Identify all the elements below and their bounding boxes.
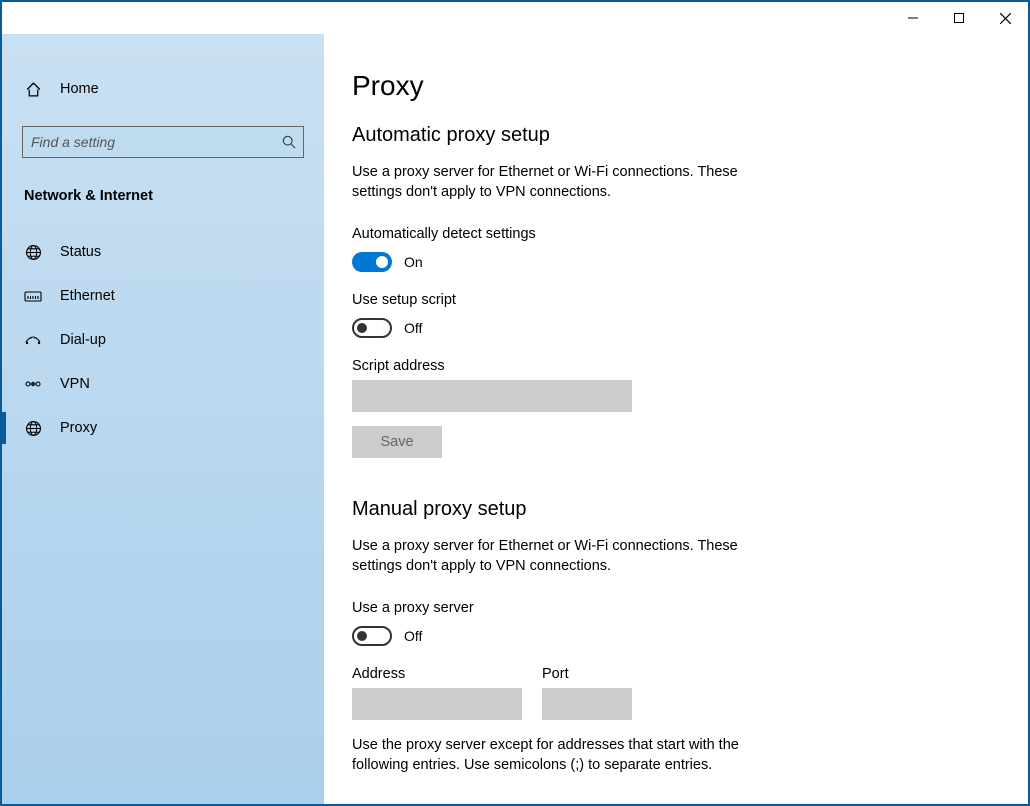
use-script-toggle[interactable] xyxy=(352,318,392,338)
use-proxy-state: Off xyxy=(404,628,422,644)
dialup-icon xyxy=(24,331,42,349)
save-button[interactable]: Save xyxy=(352,426,442,458)
globe-icon xyxy=(24,419,42,437)
auto-detect-toggle[interactable] xyxy=(352,252,392,272)
sidebar-item-vpn[interactable]: VPN xyxy=(22,362,304,406)
sidebar-item-proxy[interactable]: Proxy xyxy=(22,406,304,450)
sidebar-section-title: Network & Internet xyxy=(22,186,304,206)
script-address-input[interactable] xyxy=(352,380,632,412)
home-icon xyxy=(24,80,42,98)
auto-proxy-heading: Automatic proxy setup xyxy=(352,124,1000,147)
auto-detect-label: Automatically detect settings xyxy=(352,226,1000,242)
sidebar-item-status[interactable]: Status xyxy=(22,230,304,274)
search-field[interactable] xyxy=(22,126,304,158)
sidebar: Settings Home Network & Internet xyxy=(2,34,324,804)
auto-detect-state: On xyxy=(404,254,423,270)
address-input[interactable] xyxy=(352,688,522,720)
globe-icon xyxy=(24,243,42,261)
use-script-label: Use setup script xyxy=(352,292,1000,308)
use-script-state: Off xyxy=(404,320,422,336)
maximize-button[interactable] xyxy=(936,2,982,34)
maximize-icon xyxy=(954,13,964,23)
port-label: Port xyxy=(542,666,632,682)
exceptions-text: Use the proxy server except for addresse… xyxy=(352,736,772,775)
minimize-icon xyxy=(908,13,918,23)
sidebar-item-label: Proxy xyxy=(60,420,97,436)
sidebar-item-label: VPN xyxy=(60,376,90,392)
manual-proxy-heading: Manual proxy setup xyxy=(352,498,1000,521)
settings-window: Settings Home Network & Internet xyxy=(0,0,1030,806)
close-icon xyxy=(1000,13,1011,24)
window-controls xyxy=(890,2,1028,34)
auto-proxy-description: Use a proxy server for Ethernet or Wi-Fi… xyxy=(352,163,772,202)
sidebar-item-dialup[interactable]: Dial-up xyxy=(22,318,304,362)
address-label: Address xyxy=(352,666,522,682)
main-content: Proxy Automatic proxy setup Use a proxy … xyxy=(324,34,1028,804)
sidebar-item-label: Ethernet xyxy=(60,288,115,304)
close-button[interactable] xyxy=(982,2,1028,34)
vpn-icon xyxy=(24,375,42,393)
use-proxy-toggle[interactable] xyxy=(352,626,392,646)
use-proxy-label: Use a proxy server xyxy=(352,600,1000,616)
manual-proxy-description: Use a proxy server for Ethernet or Wi-Fi… xyxy=(352,537,772,576)
minimize-button[interactable] xyxy=(890,2,936,34)
window-body: Settings Home Network & Internet xyxy=(2,34,1028,804)
titlebar xyxy=(2,2,1028,34)
sidebar-item-ethernet[interactable]: Ethernet xyxy=(22,274,304,318)
ethernet-icon xyxy=(24,287,42,305)
port-input[interactable] xyxy=(542,688,632,720)
script-address-label: Script address xyxy=(352,358,1000,374)
sidebar-home-label: Home xyxy=(60,81,99,97)
page-title: Proxy xyxy=(352,70,1000,102)
sidebar-home[interactable]: Home xyxy=(22,70,304,108)
search-icon xyxy=(282,135,296,149)
sidebar-item-label: Dial-up xyxy=(60,332,106,348)
sidebar-item-label: Status xyxy=(60,244,101,260)
search-input[interactable] xyxy=(22,126,304,158)
